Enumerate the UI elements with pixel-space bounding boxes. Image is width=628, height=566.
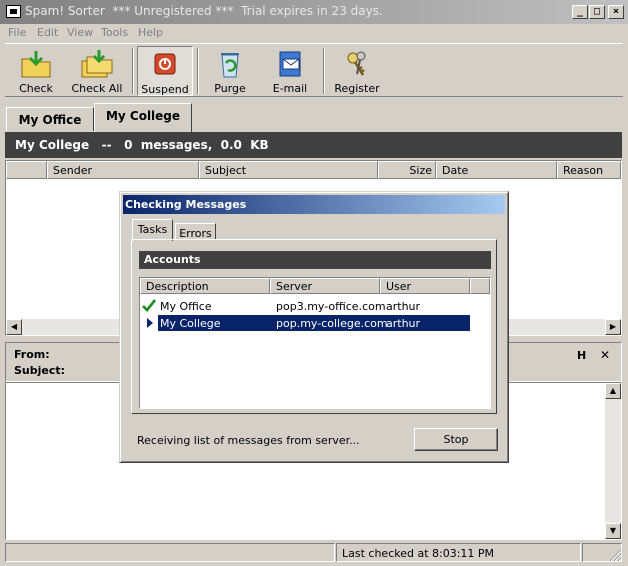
tab-my-college[interactable]: My College [94, 103, 192, 132]
power-icon [154, 53, 176, 75]
minimize-button[interactable]: _ [572, 5, 588, 19]
account-server: pop.my-college.com [276, 317, 388, 330]
resize-grip-icon[interactable] [608, 548, 622, 562]
column-server[interactable]: Server [270, 278, 380, 294]
status-last-checked: Last checked at 8:03:11 PM [336, 543, 581, 562]
email-button[interactable]: E-mail [265, 46, 315, 96]
main-title-bar: Spam! Sorter *** Unregistered *** Trial … [0, 0, 628, 24]
checking-messages-dialog: Checking Messages Tasks Errors Accounts … [119, 191, 509, 463]
column-reason[interactable]: Reason [557, 161, 621, 179]
column-date[interactable]: Date [436, 161, 557, 179]
folder-check-icon [21, 51, 51, 78]
tasks-panel: Accounts Description Server User My Offi… [131, 239, 497, 414]
folder-summary: My College -- 0 messages, 0.0 KB [15, 138, 269, 152]
account-description: My Office [160, 300, 212, 313]
column-size[interactable]: Size [378, 161, 436, 179]
stop-button[interactable]: Stop [414, 428, 498, 451]
from-label: From: [14, 348, 50, 361]
column-user[interactable]: User [380, 278, 470, 294]
account-user: arthur [386, 300, 421, 313]
account-row[interactable]: My College pop.my-college.com arthur [140, 315, 490, 331]
account-user: arthur [386, 317, 421, 330]
maximize-button[interactable]: □ [589, 5, 605, 19]
accounts-list[interactable]: Description Server User My Office pop3.m… [139, 277, 491, 409]
column-description[interactable]: Description [140, 278, 270, 294]
scroll-left-icon[interactable]: ◀ [6, 319, 22, 335]
menu-view[interactable]: View [67, 26, 93, 39]
scroll-down-icon[interactable]: ▼ [605, 523, 621, 539]
dialog-title: Checking Messages [123, 195, 505, 214]
tab-my-office[interactable]: My Office [6, 107, 94, 131]
toolbar-separator [132, 48, 134, 94]
app-icon[interactable] [6, 5, 21, 18]
purge-button[interactable]: Purge [205, 46, 255, 96]
menu-tools[interactable]: Tools [101, 26, 128, 39]
check-button[interactable]: Check [11, 46, 61, 96]
column-sender[interactable]: Sender [47, 161, 199, 179]
vertical-scrollbar[interactable]: ▲ ▼ [605, 383, 621, 539]
account-server: pop3.my-office.com [276, 300, 386, 313]
column-subject[interactable]: Subject [199, 161, 378, 179]
column-filler [470, 278, 490, 294]
close-button[interactable]: × [608, 5, 624, 19]
account-description: My College [160, 317, 221, 330]
current-arrow-icon [147, 318, 153, 328]
menu-edit[interactable]: Edit [37, 26, 58, 39]
toolbar-separator [323, 48, 325, 94]
suspend-button[interactable]: Suspend [137, 46, 193, 96]
window-title: Spam! Sorter *** Unregistered *** Trial … [25, 4, 383, 18]
menu-file[interactable]: File [8, 26, 26, 39]
header-toggle-button[interactable]: H [577, 349, 586, 362]
account-row[interactable]: My Office pop3.my-office.com arthur [140, 298, 490, 314]
scroll-up-icon[interactable]: ▲ [605, 383, 621, 399]
column-flag[interactable] [6, 161, 47, 179]
register-button[interactable]: Register [331, 46, 383, 96]
recycle-bin-icon [221, 53, 239, 78]
toolbar: Check Check All Suspend Purge E-mail Reg… [5, 43, 623, 97]
checkmark-icon [142, 299, 156, 312]
close-preview-icon[interactable]: ✕ [600, 348, 610, 362]
scroll-right-icon[interactable]: ▶ [605, 319, 621, 335]
email-icon [279, 51, 301, 77]
status-pane-main [5, 543, 335, 562]
folder-header: My College -- 0 messages, 0.0 KB [5, 132, 622, 158]
accounts-section-header: Accounts [139, 251, 491, 269]
keys-icon [347, 51, 366, 76]
toolbar-separator [197, 48, 199, 94]
check-all-button[interactable]: Check All [67, 46, 127, 96]
folders-check-all-icon [81, 50, 113, 78]
progress-status-text: Receiving list of messages from server..… [137, 434, 360, 447]
tab-errors[interactable]: Errors [175, 223, 216, 240]
subject-label: Subject: [14, 364, 66, 377]
tab-tasks[interactable]: Tasks [132, 219, 173, 241]
menu-bar: File Edit View Tools Help [0, 24, 628, 42]
menu-help[interactable]: Help [138, 26, 163, 39]
